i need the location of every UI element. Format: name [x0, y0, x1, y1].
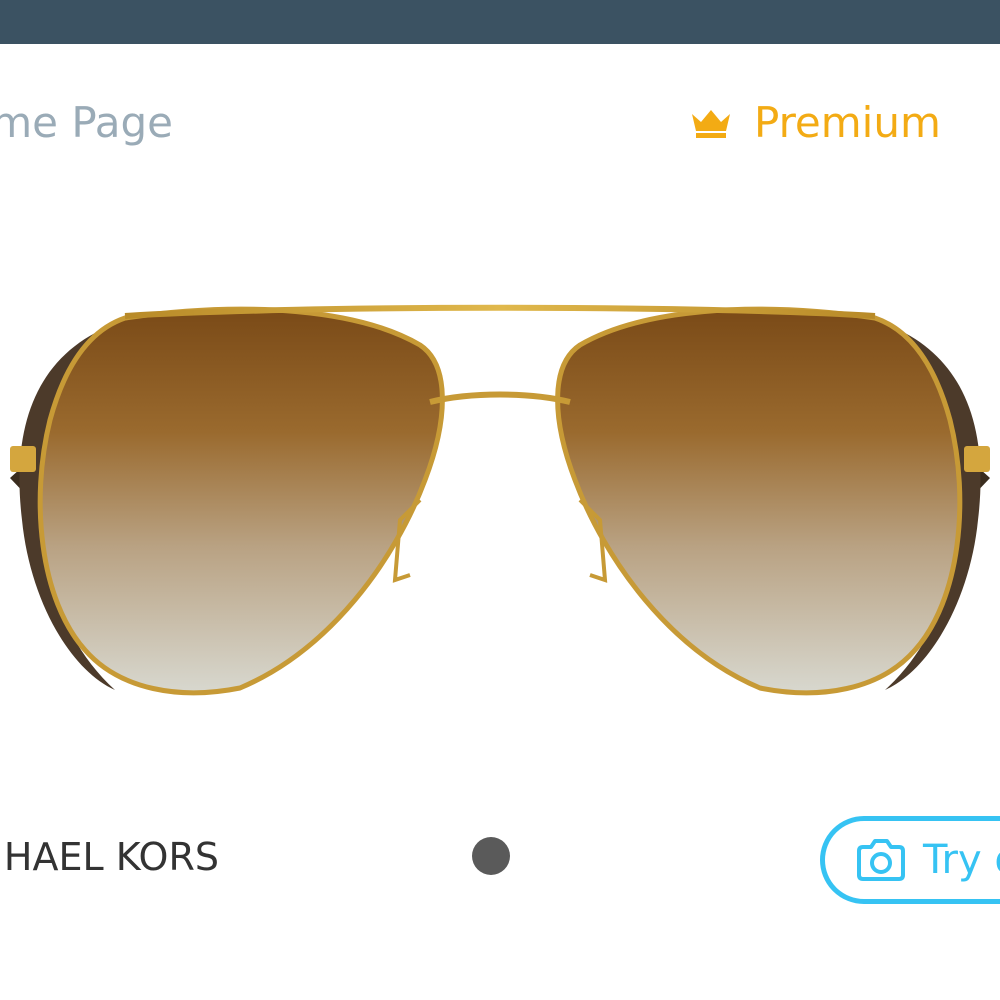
carousel-page-dot[interactable] [472, 837, 510, 875]
product-page: me Page Premium HAEL KORS Try [0, 0, 1000, 1000]
premium-label: Premium [754, 98, 941, 147]
try-on-button[interactable]: Try o [820, 816, 1000, 904]
crown-icon [692, 110, 730, 138]
try-on-label: Try o [923, 837, 1000, 883]
camera-icon [857, 839, 905, 881]
premium-button[interactable]: Premium [690, 96, 941, 150]
sunglasses-product-image[interactable] [0, 300, 1000, 710]
brand-name: HAEL KORS [3, 835, 219, 879]
home-page-link[interactable]: me Page [0, 96, 173, 150]
app-header-bar [0, 0, 1000, 44]
